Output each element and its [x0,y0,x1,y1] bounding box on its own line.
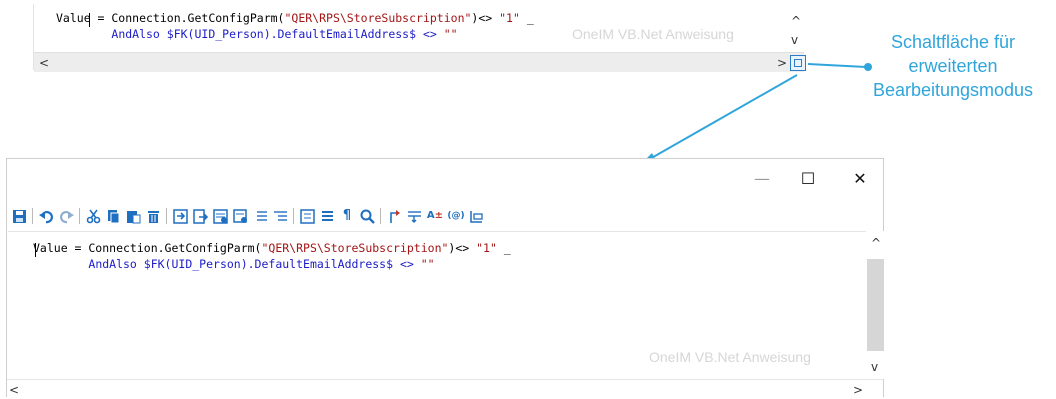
paste-icon[interactable] [125,208,141,224]
settings-icon[interactable] [468,208,484,224]
scrollbar-thumb[interactable] [867,259,884,351]
code-line1-plain: Value = Connection.GetConfigParm( [33,241,262,255]
minimize-button[interactable]: — [747,169,777,189]
vertical-scrollbar[interactable]: ^ v [867,231,884,379]
title-bar: — ☐ ✕ [7,159,883,201]
expanded-editor-window: — ☐ ✕ ¶ A ± (@) Value = Connection.GetCon… [6,158,884,399]
toolbar-separator [380,208,381,224]
close-button[interactable]: ✕ [845,169,875,189]
indent-icon[interactable] [252,208,268,224]
horizontal-scrollbar[interactable]: < > [7,379,883,399]
bookmark-icon[interactable] [386,208,402,224]
export-icon[interactable] [192,208,208,224]
callout-pointer-line [807,63,867,68]
code-line1-operator: )<> [448,241,477,255]
save-icon[interactable] [11,208,27,224]
code-line1-tail: _ [496,241,511,255]
code-line1-string: "QER\RPS\StoreSubscription" [261,241,449,255]
code-text[interactable]: Value = Connection.GetConfigParm("QER\RP… [33,240,511,272]
code-line2-indent [33,257,88,271]
callout-pointer-dot [864,63,872,71]
cut-icon[interactable] [85,208,101,224]
insert-icon[interactable] [172,208,188,224]
delete-icon[interactable] [145,208,161,224]
toolbar-separator [166,208,167,224]
editor-watermark: OneIM VB.Net Anweisung [649,349,811,365]
format-icon[interactable] [212,208,228,224]
editor-toolbar: ¶ A ± (@) [11,205,488,227]
undo-icon[interactable] [38,208,54,224]
code-line1-value: "1" [476,241,497,255]
special-char-icon[interactable]: (@) [447,208,464,224]
paragraph-icon[interactable]: ¶ [339,208,355,224]
text-cursor [35,243,36,257]
scroll-left-icon[interactable]: < [9,384,19,396]
scroll-down-icon[interactable]: v [871,361,878,373]
transition-arrow-line [647,74,798,161]
scroll-up-icon[interactable]: ^ [871,237,881,249]
code-line2-keyword: AndAlso [88,257,137,271]
toolbar-separator [79,208,80,224]
wrap-icon[interactable] [406,208,422,224]
redo-icon[interactable] [58,208,74,224]
copy-icon[interactable] [105,208,121,224]
font-size-icon[interactable]: A ± [426,208,444,224]
list-icon[interactable] [299,208,315,224]
code-line2-expr: $FK(UID_Person).DefaultEmailAddress$ <> [136,257,421,271]
toolbar-separator [293,208,294,224]
align-icon[interactable] [319,208,335,224]
outdent-icon[interactable] [272,208,288,224]
scroll-right-icon[interactable]: > [853,384,863,396]
maximize-button[interactable]: ☐ [793,169,823,189]
code-line2-empty: "" [420,257,435,271]
toolbar-separator [32,208,33,224]
search-icon[interactable] [359,208,375,224]
format-selection-icon[interactable] [232,208,248,224]
